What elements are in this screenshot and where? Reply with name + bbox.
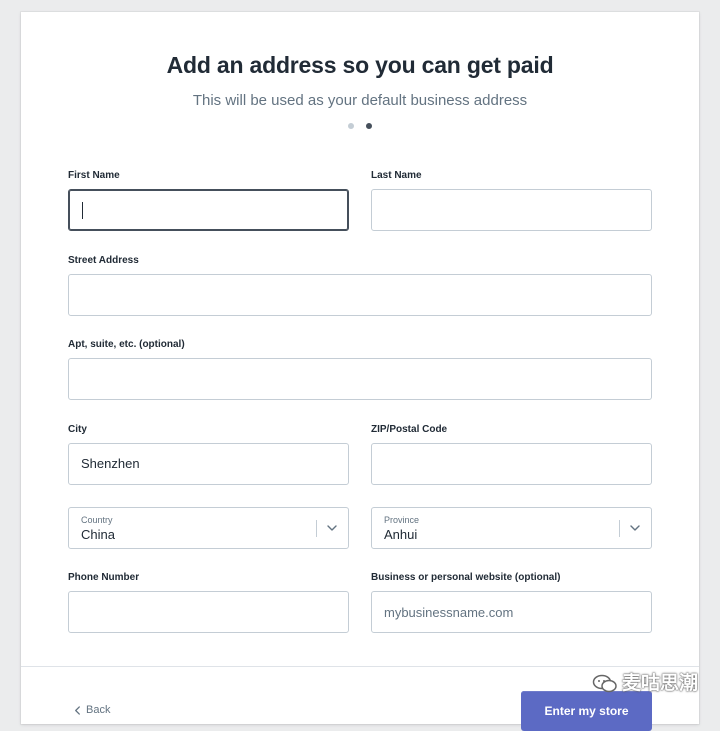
first-name-label: First Name: [68, 170, 120, 181]
zip-label: ZIP/Postal Code: [371, 424, 448, 435]
page-subtitle: This will be used as your default busine…: [192, 92, 528, 109]
page-title: Add an address so you can get paid: [166, 52, 554, 78]
last-name-input[interactable]: [371, 189, 652, 231]
city-value: Shenzhen: [81, 456, 140, 471]
province-select-label: Province: [384, 515, 420, 525]
back-label: Back: [86, 704, 111, 716]
back-link[interactable]: Back: [73, 704, 110, 716]
province-select-value: Anhui: [384, 527, 418, 542]
step-indicator: [21, 123, 699, 129]
country-select[interactable]: Country China: [68, 507, 349, 549]
website-input[interactable]: [371, 591, 652, 633]
street-address-label: Street Address: [68, 255, 139, 266]
phone-label: Phone Number: [68, 572, 140, 583]
chevron-down-icon: [630, 525, 640, 531]
country-select-value: China: [81, 527, 115, 542]
city-label: City: [68, 424, 87, 435]
select-divider: [316, 520, 317, 537]
text-caret: [82, 202, 83, 219]
step-dot-1: [348, 123, 354, 129]
zip-input[interactable]: [371, 443, 652, 485]
chevron-down-icon: [327, 525, 337, 531]
city-input[interactable]: Shenzhen: [68, 443, 349, 485]
wechat-logo-icon: [592, 674, 617, 693]
province-select[interactable]: Province Anhui: [371, 507, 652, 549]
chevron-left-icon: [75, 705, 80, 715]
enter-store-button[interactable]: Enter my store: [521, 691, 652, 731]
address-form-card: Add an address so you can get paid This …: [21, 12, 699, 731]
first-name-input[interactable]: [68, 189, 349, 231]
footer-divider: [21, 666, 699, 667]
watermark-text: 麦咕思潮: [622, 673, 699, 694]
last-name-label: Last Name: [371, 170, 422, 181]
select-divider: [619, 520, 620, 537]
phone-input[interactable]: [68, 591, 349, 633]
wechat-watermark: 麦咕思潮: [592, 668, 698, 695]
apt-label: Apt, suite, etc. (optional): [68, 339, 185, 350]
website-label: Business or personal website (optional): [371, 572, 561, 583]
country-select-label: Country: [81, 515, 113, 525]
apt-input[interactable]: [68, 358, 652, 400]
street-address-input[interactable]: [68, 274, 652, 316]
step-dot-2-active: [366, 123, 372, 129]
